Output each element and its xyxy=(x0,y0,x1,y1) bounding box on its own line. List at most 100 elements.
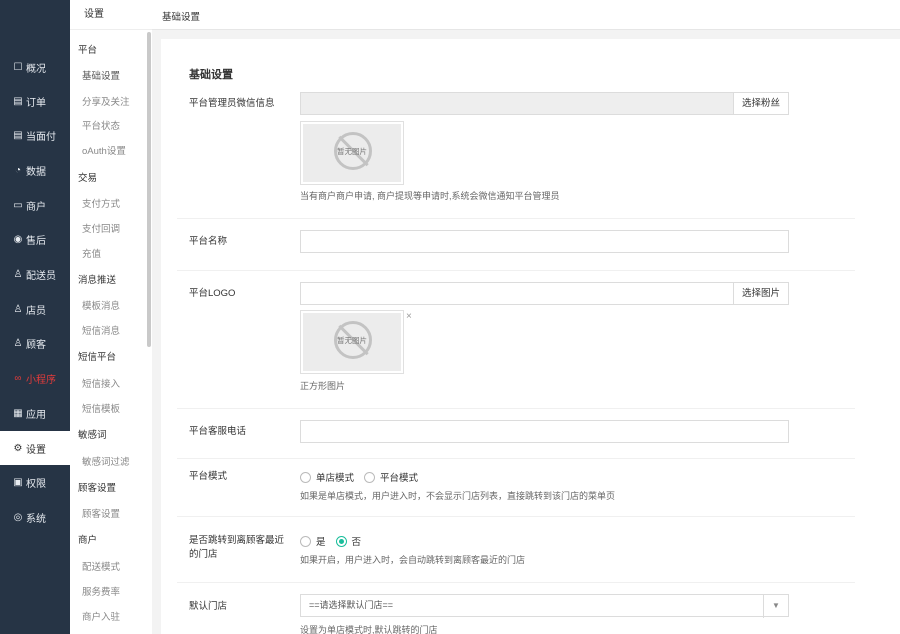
top-bar: 基础设置 xyxy=(152,0,900,30)
default-store-select[interactable]: ==请选择默认门店== ▼ xyxy=(300,594,789,618)
nav-item-label: 配送员 xyxy=(26,270,56,282)
nav-item-system[interactable]: ◎ 系统 xyxy=(0,500,70,534)
admin-wechat-help: 当有商户商户申请, 商户提现等申请时,系统会微信通知平台管理员 xyxy=(300,191,560,201)
logo-thumb: 暂无图片 xyxy=(300,310,404,374)
nav-item-overview[interactable]: ☐ 概况 xyxy=(0,50,70,84)
submenu-item-sms-access[interactable]: 短信接入 xyxy=(82,376,120,390)
submenu-group-customer: 顾客设置 xyxy=(78,483,117,494)
jump-no-radio[interactable] xyxy=(335,535,347,547)
divider xyxy=(177,582,855,583)
face-pay-icon: ▤ xyxy=(13,129,23,141)
section-title: 基础设置 xyxy=(189,69,233,81)
nav-item-clerks[interactable]: ♙ 店员 xyxy=(0,292,70,326)
jump-nearest-help: 如果开启，用户进入时，会自动跳转到离顾客最近的门店 xyxy=(300,555,526,565)
submenu-item-pay-methods[interactable]: 支付方式 xyxy=(82,196,120,210)
jump-nearest-label: 是否跳转到离顾客最近的门店 xyxy=(189,535,285,560)
user-icon: ♙ xyxy=(13,268,23,280)
settings-form-panel: 基础设置 平台管理员微信信息 选择粉丝 暂无图片 当有商户商户申请, 商户提现等… xyxy=(161,39,900,634)
default-store-value: ==请选择默认门店== xyxy=(309,600,394,610)
nav-item-label: 顾客 xyxy=(26,339,46,351)
nav-item-face-pay[interactable]: ▤ 当面付 xyxy=(0,118,70,152)
submenu-item-sms-msg[interactable]: 短信消息 xyxy=(82,323,120,337)
divider xyxy=(177,408,855,409)
submenu-scrollbar[interactable] xyxy=(147,32,151,347)
submenu-group-sensitive: 敏感词 xyxy=(78,430,107,441)
submenu-item-basic-settings[interactable]: 基础设置 xyxy=(82,68,120,82)
nav-item-label: 售后 xyxy=(26,235,46,247)
service-phone-input[interactable] xyxy=(300,420,789,443)
select-fans-button[interactable]: 选择粉丝 xyxy=(734,92,789,115)
platform-mode-option-label: 平台模式 xyxy=(380,473,419,484)
data-icon: ◔ xyxy=(14,164,22,176)
platform-mode-radios: 单店模式 平台模式 xyxy=(300,470,428,484)
default-store-help: 设置为单店模式时,默认跳转的门店 xyxy=(300,625,438,634)
nav-item-mini-program[interactable]: ∞ 小程序 xyxy=(0,361,70,395)
jump-yes-label: 是 xyxy=(316,537,326,548)
apps-icon: ▦ xyxy=(13,407,23,419)
admin-wechat-label: 平台管理员微信信息 xyxy=(189,98,275,109)
admin-wechat-input[interactable] xyxy=(300,92,734,115)
platform-logo-help: 正方形图片 xyxy=(300,381,346,391)
store-icon: ▭ xyxy=(13,199,23,211)
divider xyxy=(177,218,855,219)
main-sidebar: ☐ 概况 ▤ 订单 ▤ 当面付 ◔ 数据 ▭ 商户 ◉ 售后 ♙ 配送员 ♙ 店员 ♙ 顾客 ∞ 小… xyxy=(0,0,70,634)
submenu-item-sensitive-filter[interactable]: 敏感词过滤 xyxy=(82,454,130,468)
submenu-group-trade: 交易 xyxy=(78,173,98,184)
nav-item-label: 店员 xyxy=(26,305,46,317)
submenu-group-platform: 平台 xyxy=(78,45,98,56)
submenu-item-template-msg[interactable]: 模板消息 xyxy=(82,298,120,312)
jump-nearest-radios: 是 否 xyxy=(300,534,371,548)
platform-name-input[interactable] xyxy=(300,230,789,253)
nav-item-orders[interactable]: ▤ 订单 xyxy=(0,84,70,118)
platform-mode-label: 平台模式 xyxy=(189,471,228,482)
nav-item-label: 系统 xyxy=(26,513,46,525)
nav-item-permissions[interactable]: ▣ 权限 xyxy=(0,465,70,499)
lock-icon: ▣ xyxy=(13,476,23,488)
nav-item-couriers[interactable]: ♙ 配送员 xyxy=(0,257,70,291)
settings-submenu: 设置 平台 基础设置 分享及关注 平台状态 oAuth设置 交易 支付方式 支付… xyxy=(70,0,152,634)
no-image-text: 暂无图片 xyxy=(337,336,367,345)
no-image-text: 暂无图片 xyxy=(337,147,367,156)
submenu-item-recharge[interactable]: 充值 xyxy=(82,246,101,260)
nav-item-after-sales[interactable]: ◉ 售后 xyxy=(0,222,70,256)
submenu-item-customer-settings[interactable]: 顾客设置 xyxy=(82,506,120,520)
nav-item-customers[interactable]: ♙ 顾客 xyxy=(0,326,70,360)
submenu-item-delivery-mode[interactable]: 配送模式 xyxy=(82,559,120,573)
nav-item-label: 当面付 xyxy=(26,131,56,143)
remove-logo-icon[interactable]: × xyxy=(406,311,412,322)
divider xyxy=(177,516,855,517)
submenu-item-oauth[interactable]: oAuth设置 xyxy=(82,143,126,157)
nav-item-label: 应用 xyxy=(26,409,46,421)
after-sales-icon: ◉ xyxy=(13,233,23,245)
gear-icon: ⚙ xyxy=(13,442,23,454)
single-store-label: 单店模式 xyxy=(316,473,355,484)
nav-item-data[interactable]: ◔ 数据 xyxy=(0,153,70,187)
divider xyxy=(177,458,855,459)
nav-item-merchants[interactable]: ▭ 商户 xyxy=(0,188,70,222)
mini-program-icon: ∞ xyxy=(14,372,22,384)
jump-no-label: 否 xyxy=(351,537,362,548)
nav-item-settings[interactable]: ⚙ 设置 xyxy=(0,431,70,465)
nav-item-label: 概况 xyxy=(26,63,46,75)
nav-item-apps[interactable]: ▦ 应用 xyxy=(0,396,70,430)
nav-item-label: 订单 xyxy=(26,97,46,109)
submenu-item-service-rate[interactable]: 服务费率 xyxy=(82,584,120,598)
divider xyxy=(177,270,855,271)
platform-logo-input[interactable] xyxy=(300,282,734,305)
submenu-item-platform-status[interactable]: 平台状态 xyxy=(82,118,120,132)
submenu-item-pay-callback[interactable]: 支付回调 xyxy=(82,221,120,235)
platform-mode-radio[interactable] xyxy=(364,471,376,483)
overview-icon: ☐ xyxy=(13,61,23,73)
system-icon: ◎ xyxy=(13,511,23,523)
chevron-down-icon[interactable]: ▼ xyxy=(763,595,788,618)
submenu-item-sms-template[interactable]: 短信模板 xyxy=(82,401,120,415)
submenu-item-share-follow[interactable]: 分享及关注 xyxy=(82,94,130,108)
jump-yes-radio[interactable] xyxy=(300,535,311,547)
submenu-item-merchant-join[interactable]: 商户入驻 xyxy=(82,609,120,623)
platform-mode-help: 如果是单店模式，用户进入时，不会显示门店列表，直接跳转到该门店的菜单页 xyxy=(300,491,616,501)
submenu-group-merchant: 商户 xyxy=(78,535,98,546)
submenu-title: 设置 xyxy=(70,0,152,30)
single-store-radio[interactable] xyxy=(300,471,311,483)
default-store-label: 默认门店 xyxy=(189,601,228,612)
select-image-button[interactable]: 选择图片 xyxy=(734,282,789,305)
